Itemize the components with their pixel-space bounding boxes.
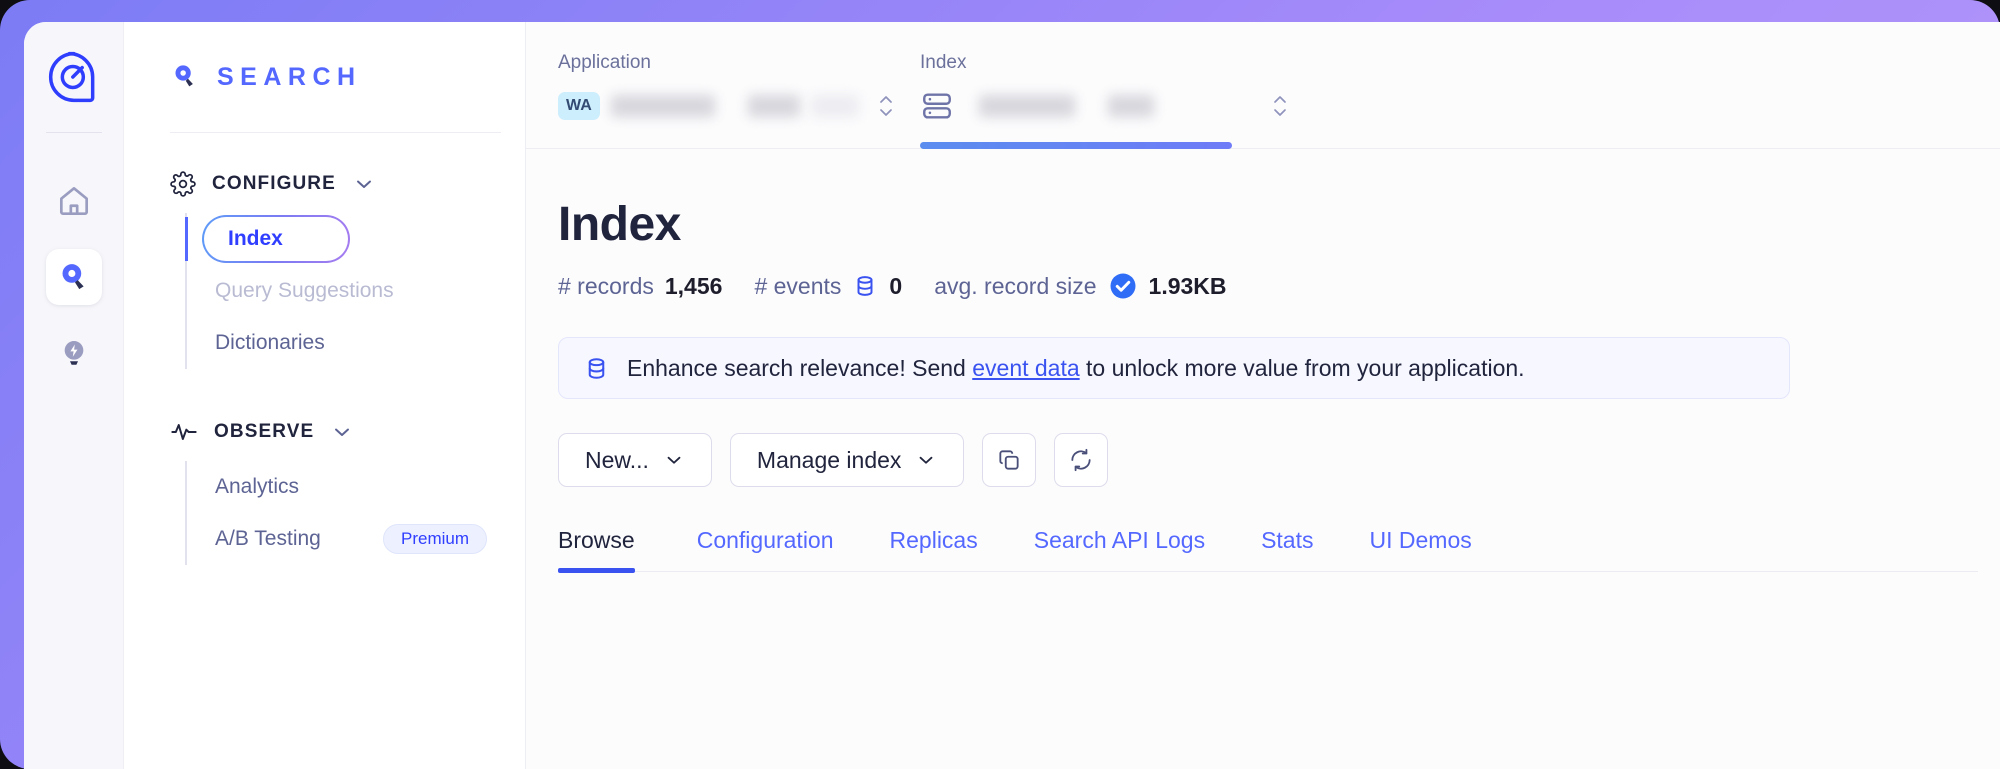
main-content: Application WA Index Index # records 1,4… [526,22,2000,769]
tab-label: Browse [558,527,635,553]
manage-index-button[interactable]: Manage index [729,433,965,487]
sidebar-group-configure: CONFIGURE Index Query Suggestions Dictio… [158,167,491,369]
sidebar-item-label: Query Suggestions [215,279,394,302]
sidebar-group-title: OBSERVE [214,421,315,442]
database-icon [852,273,878,299]
tab-stats[interactable]: Stats [1233,527,1341,571]
sidebar-item-analytics[interactable]: Analytics [187,461,491,513]
sidebar-divider [170,132,501,133]
lightbulb-bolt-icon [58,337,90,369]
index-meta-redacted [1108,95,1154,117]
index-label: Index [920,52,967,73]
rail-item-search[interactable] [24,239,124,315]
index-tabs: Browse Configuration Replicas Search API… [558,527,1978,573]
app-window: SEARCH CONFIGURE Index Query Suggestions… [24,22,2000,769]
rail-item-ideas[interactable] [24,315,124,391]
chevron-down-icon[interactable] [330,420,354,444]
stat-value-events: 0 [889,272,903,299]
sidebar-item-label: A/B Testing [215,527,321,550]
index-stats: # records 1,456 # events 0 avg. record s… [558,271,2000,301]
application-meta-redacted [747,95,800,117]
event-data-link[interactable]: event data [972,355,1079,381]
refresh-icon [1068,447,1094,473]
sidebar-item-ab-testing[interactable]: A/B Testing Premium [187,513,491,565]
search-pin-icon [57,260,91,294]
notice-text-before: Enhance search relevance! Send [627,354,973,381]
sidebar-group-configure-items: Index Query Suggestions Dictionaries [185,213,491,369]
brand[interactable]: SEARCH [158,22,491,132]
manage-index-button-label: Manage index [756,446,902,473]
copy-icon [996,447,1022,473]
sidebar-group-observe: OBSERVE Analytics A/B Testing Premium [158,415,491,565]
page-title: Index [558,198,681,251]
index-selector[interactable]: Index [920,52,1300,149]
sidebar-item-dictionaries[interactable]: Dictionaries [187,317,491,369]
notice-text: Enhance search relevance! Send event dat… [627,355,1525,382]
stat-label-avg-record-size: avg. record size [934,272,1097,299]
tab-configuration[interactable]: Configuration [669,527,862,571]
index-progress-bar [920,142,1232,149]
stat-label-records: # records [558,272,654,299]
stat-label-events: # events [754,272,842,299]
application-meta2-redacted [810,95,859,117]
tab-label: Search API Logs [1033,527,1206,553]
selector-bar: Application WA Index [526,22,2000,149]
sidebar-nav: SEARCH CONFIGURE Index Query Suggestions… [124,22,526,769]
tab-replicas[interactable]: Replicas [862,527,1006,571]
tab-label: UI Demos [1369,527,1472,553]
sidebar-item-index[interactable]: Index [185,213,491,265]
check-circle-icon [1108,271,1138,301]
stat-value-avg-record-size: 1.93KB [1148,272,1227,299]
new-button[interactable]: New... [558,433,712,487]
event-data-notice: Enhance search relevance! Send event dat… [558,337,1790,399]
chevron-down-icon[interactable] [352,172,376,196]
new-button-label: New... [585,446,649,473]
app-frame: SEARCH CONFIGURE Index Query Suggestions… [0,0,2000,769]
tab-search-api-logs[interactable]: Search API Logs [1006,527,1233,571]
active-marker [185,217,188,261]
search-pin-icon [170,62,200,92]
premium-badge: Premium [382,524,487,554]
sidebar-group-title: CONFIGURE [212,173,336,194]
sidebar-group-observe-header[interactable]: OBSERVE [158,415,491,449]
index-name-redacted [979,95,1075,117]
tab-browse[interactable]: Browse [558,527,669,573]
index-overview: Index # records 1,456 # events 0 avg. re… [526,149,2000,573]
database-stack-icon [920,89,954,123]
sidebar-group-observe-items: Analytics A/B Testing Premium [185,461,491,565]
brand-name: SEARCH [217,62,362,91]
pulse-icon [170,418,198,446]
refresh-index-button[interactable] [1054,433,1109,487]
copy-index-button[interactable] [982,433,1037,487]
tab-label: Stats [1261,527,1314,553]
application-initials-badge: WA [558,92,600,120]
application-selector[interactable]: Application WA [558,52,920,148]
algolia-logo-icon[interactable] [24,22,123,132]
index-actions: New... Manage index [558,433,2000,487]
sidebar-item-query-suggestions[interactable]: Query Suggestions [187,265,491,317]
stat-value-records: 1,456 [664,272,723,299]
home-icon [55,182,93,220]
icon-rail [24,22,124,769]
index-progress-fill [920,142,1232,149]
sidebar-item-label: Dictionaries [215,331,325,354]
tab-label: Configuration [696,527,834,553]
rail-item-home[interactable] [24,163,124,239]
chevron-down-icon [663,449,685,471]
application-name-redacted [610,95,715,117]
gear-icon [170,171,196,197]
sidebar-item-label: Index [228,227,283,250]
database-icon [583,355,610,382]
chevron-down-icon [915,449,937,471]
stepper-up-down-icon[interactable] [876,89,896,123]
tab-ui-demos[interactable]: UI Demos [1342,527,1500,571]
sidebar-item-label: Analytics [215,475,300,498]
stepper-up-down-icon[interactable] [1270,89,1290,123]
sidebar-group-configure-header[interactable]: CONFIGURE [158,167,491,201]
application-label: Application [558,52,651,73]
tab-label: Replicas [889,527,978,553]
notice-text-after: to unlock more value from your applicati… [1079,354,1525,381]
